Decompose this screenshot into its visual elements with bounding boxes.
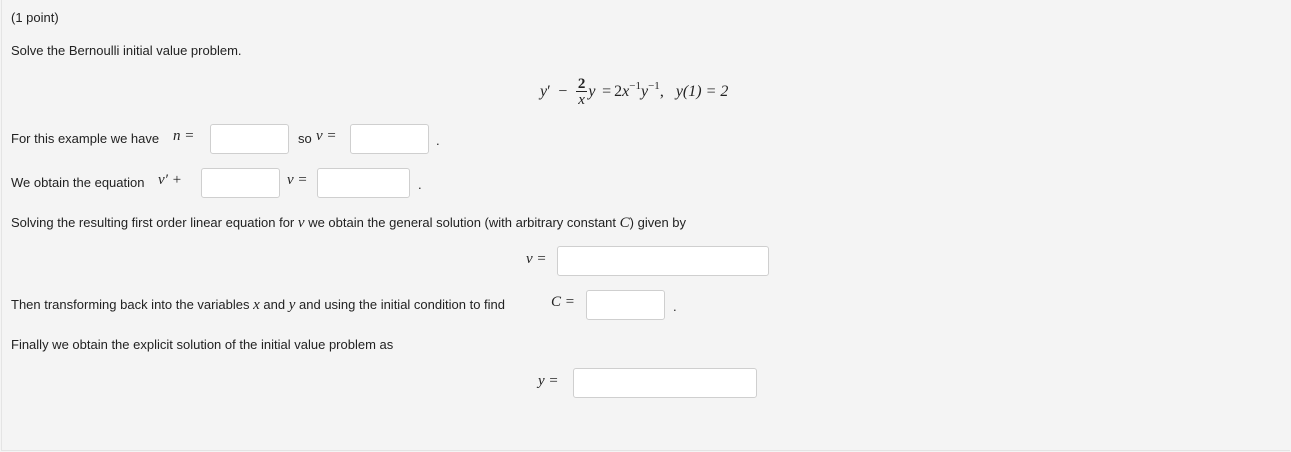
C-input[interactable] bbox=[586, 290, 665, 320]
explicit-solution-input[interactable] bbox=[573, 368, 757, 398]
n-input[interactable] bbox=[210, 124, 289, 154]
eq-exp1: −1 bbox=[629, 80, 641, 92]
C-label: C = bbox=[551, 294, 575, 310]
gs-text-mid: we obtain the general solution (with arb… bbox=[308, 215, 617, 230]
v-label: v = bbox=[316, 128, 337, 144]
eq-coef: 2 bbox=[614, 83, 623, 100]
final-text: Finally we obtain the explicit solution … bbox=[11, 337, 394, 352]
eq-comma: , bbox=[659, 83, 664, 100]
eq-exp2: −1 bbox=[648, 80, 660, 92]
fc-text-after: and using the initial condition to find bbox=[299, 297, 505, 312]
fc-x: x bbox=[253, 297, 260, 313]
eq-frac-num: 2 bbox=[575, 76, 588, 93]
v-equals-label: v = bbox=[287, 172, 308, 188]
linear-coef-input[interactable] bbox=[201, 168, 280, 198]
row-eq-text: We obtain the equation bbox=[11, 175, 145, 190]
row-n-period: . bbox=[436, 133, 440, 148]
gs-C: C bbox=[619, 215, 630, 231]
final-y-label: y = bbox=[538, 373, 559, 389]
eq-equals: = bbox=[602, 83, 612, 100]
n-label: n = bbox=[173, 128, 195, 144]
find-C-text: Then transforming back into the variable… bbox=[11, 297, 505, 314]
eq-frac-den: x bbox=[578, 92, 585, 109]
eq-initial-condition: y(1) = 2 bbox=[675, 83, 729, 100]
eq-y2: y bbox=[588, 83, 596, 100]
gs-text-after: ) given by bbox=[629, 215, 687, 230]
fc-y: y bbox=[288, 297, 296, 313]
fc-text-before: Then transforming back into the variable… bbox=[11, 297, 250, 312]
general-solution-input[interactable] bbox=[557, 246, 769, 276]
so-label: so bbox=[298, 131, 312, 146]
eq-fraction: 2 x bbox=[575, 76, 588, 109]
vprime-plus-label: v′ + bbox=[158, 172, 182, 188]
row-C-period: . bbox=[673, 299, 677, 314]
general-solution-text: Solving the resulting first order linear… bbox=[11, 215, 686, 232]
bernoulli-equation: y′ − 2 x y = 2x−1y−1, y(1) = 2 bbox=[540, 72, 728, 112]
fc-and: and bbox=[263, 297, 286, 312]
problem-prompt: Solve the Bernoulli initial value proble… bbox=[11, 43, 242, 58]
general-v-label: v = bbox=[526, 251, 547, 267]
row-eq-period: . bbox=[418, 177, 422, 192]
gs-text-before: Solving the resulting first order linear… bbox=[11, 215, 295, 230]
v-substitution-input[interactable] bbox=[350, 124, 429, 154]
eq-prime: ′ bbox=[547, 83, 551, 100]
eq-minus: − bbox=[558, 83, 568, 100]
row-n-text: For this example we have bbox=[11, 131, 160, 146]
gs-v: v bbox=[297, 215, 305, 231]
linear-rhs-input[interactable] bbox=[317, 168, 410, 198]
points-label: (1 point) bbox=[11, 10, 59, 25]
